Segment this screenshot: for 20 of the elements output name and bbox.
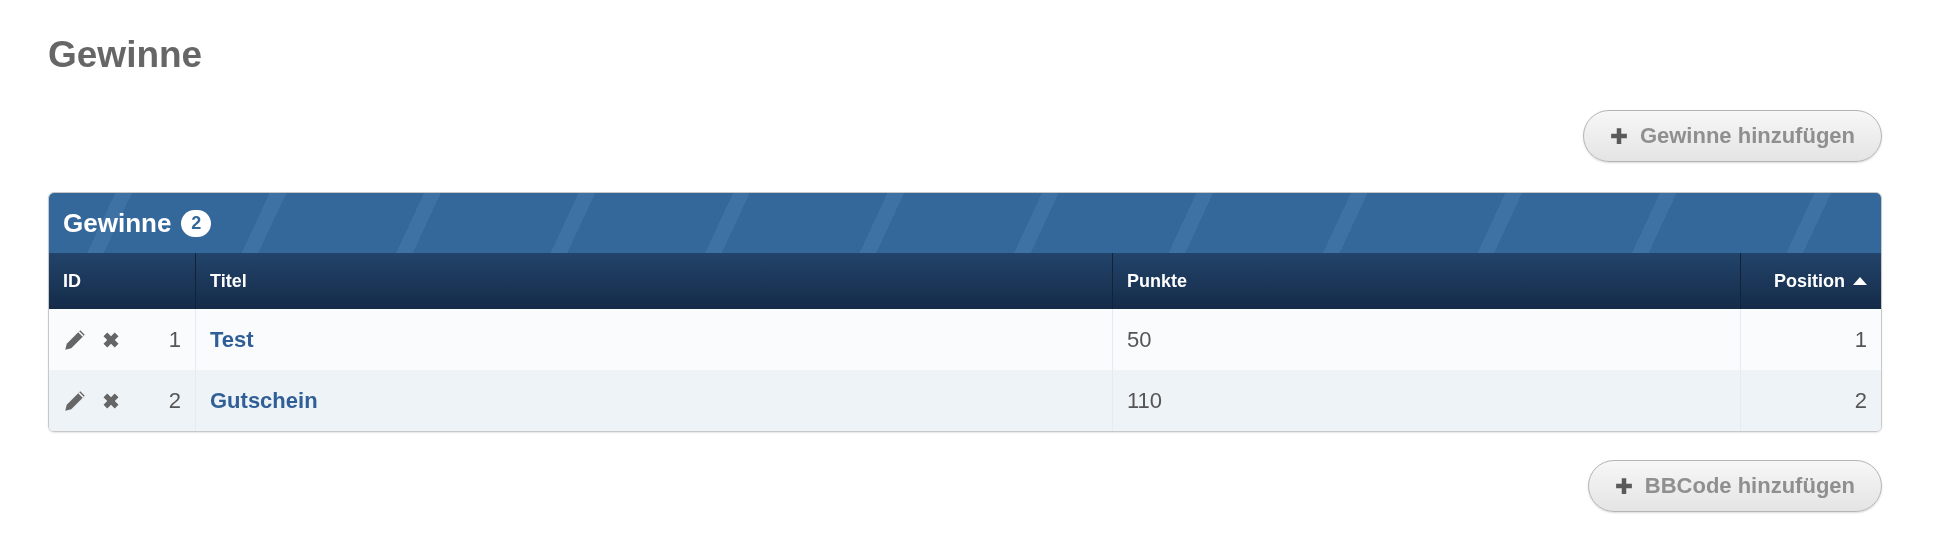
column-header[interactable]: Punkte — [1127, 270, 1187, 292]
edit-pencil-icon[interactable] — [63, 388, 87, 413]
sort-ascending-icon[interactable] — [1853, 277, 1867, 285]
table-title: Gewinne — [63, 207, 172, 239]
page-title: Gewinne — [48, 33, 204, 77]
title-link[interactable]: Test — [210, 326, 254, 353]
column-header[interactable]: Position — [1774, 270, 1845, 292]
edit-pencil-icon[interactable] — [63, 327, 87, 352]
position-cell: 2 — [1854, 387, 1867, 414]
id-cell: 2 — [168, 387, 181, 414]
id-cell: 1 — [168, 326, 181, 353]
title-link[interactable]: Gutschein — [210, 387, 318, 414]
column-header[interactable]: Titel — [210, 270, 247, 292]
points-cell: 50 — [1127, 326, 1152, 353]
count-badge: 2 — [181, 209, 212, 237]
column-header[interactable]: ID — [63, 270, 81, 292]
plus-icon — [1614, 477, 1633, 495]
points-cell: 110 — [1127, 387, 1163, 414]
position-cell: 1 — [1854, 326, 1867, 353]
plus-icon — [1609, 127, 1628, 145]
